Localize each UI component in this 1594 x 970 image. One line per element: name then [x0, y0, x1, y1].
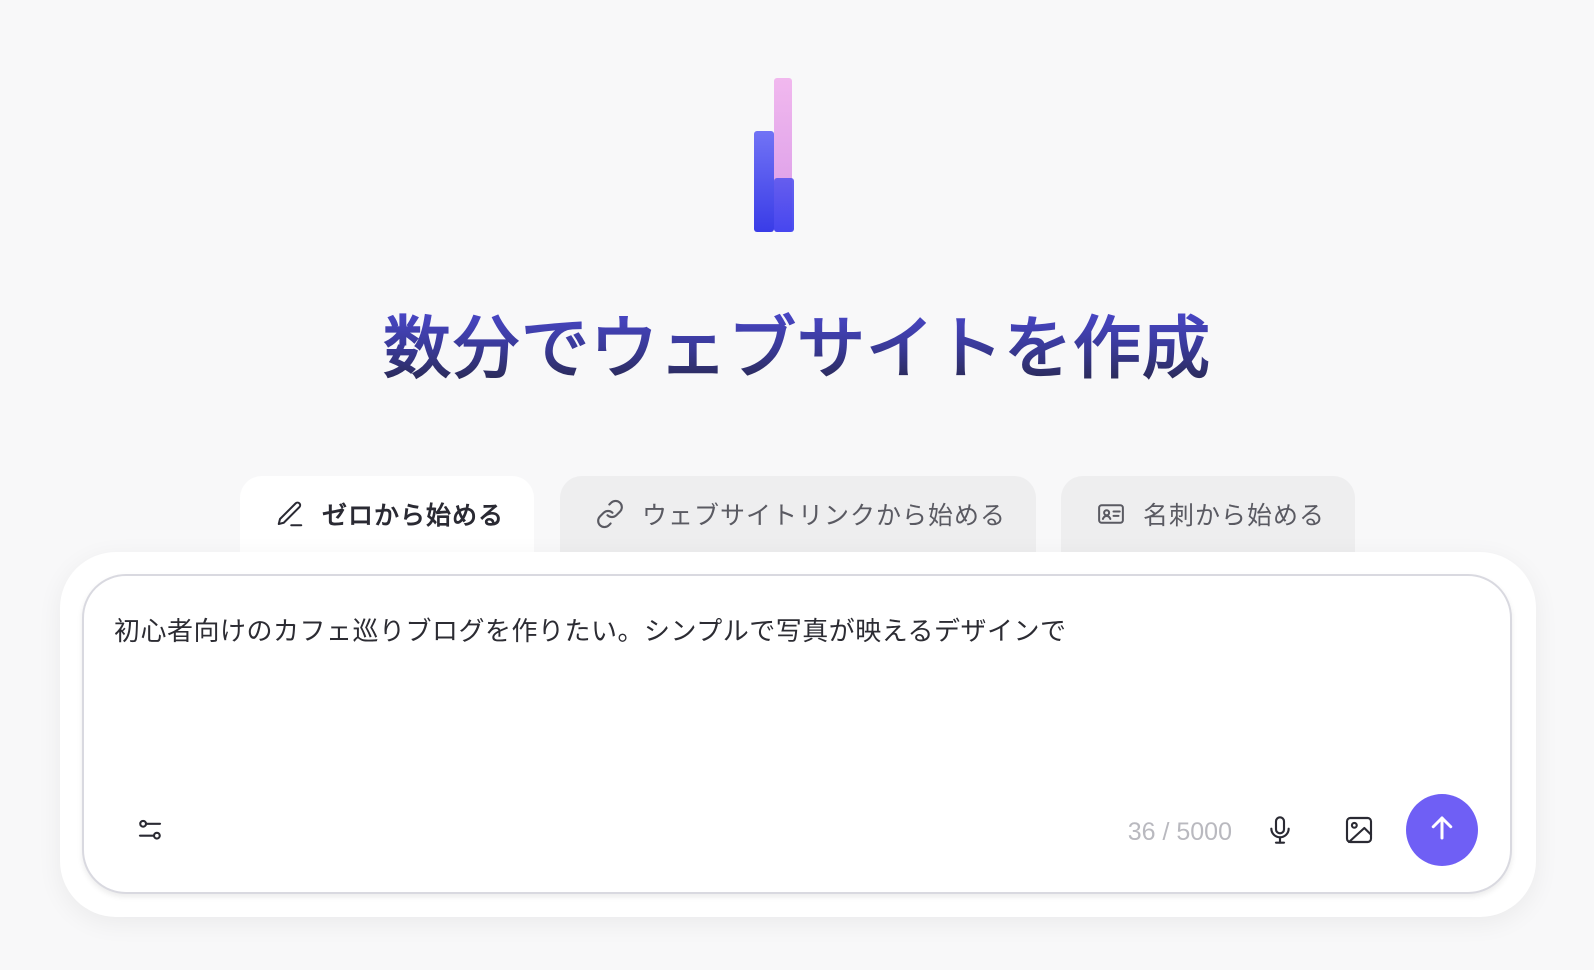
tab-label: ウェブサイトリンクから始める [642, 501, 1007, 530]
page-title: 数分でウェブサイトを作成 [0, 310, 1594, 390]
tab-label: ゼロから始める [322, 501, 505, 530]
brand-logo [754, 78, 798, 236]
voice-input-button[interactable] [1258, 810, 1302, 854]
tab-label: 名刺から始める [1143, 501, 1326, 530]
image-upload-button[interactable] [1337, 810, 1381, 854]
send-button[interactable] [1406, 794, 1478, 866]
start-mode-tabs: ゼロから始める ウェブサイトリンクから始める 名刺から始める [0, 476, 1594, 552]
tab-start-from-scratch[interactable]: ゼロから始める [240, 476, 534, 552]
tab-start-from-website-link[interactable]: ウェブサイトリンクから始める [560, 476, 1036, 552]
link-icon [594, 498, 626, 530]
prompt-input[interactable]: 初心者向けのカフェ巡りブログを作りたい。シンプルで写真が映えるデザインで [114, 612, 1464, 652]
id-card-icon [1095, 498, 1127, 530]
sliders-icon [135, 815, 165, 849]
pencil-icon [274, 498, 306, 530]
image-icon [1343, 814, 1375, 850]
microphone-icon [1264, 814, 1296, 850]
character-counter: 36 / 5000 [1127, 818, 1232, 846]
tab-start-from-business-card[interactable]: 名刺から始める [1061, 476, 1355, 552]
settings-button[interactable] [130, 812, 170, 852]
page: 数分でウェブサイトを作成 ゼロから始める ウェブサイトリンクから始める 名刺から… [0, 0, 1594, 970]
arrow-up-icon [1427, 813, 1457, 847]
